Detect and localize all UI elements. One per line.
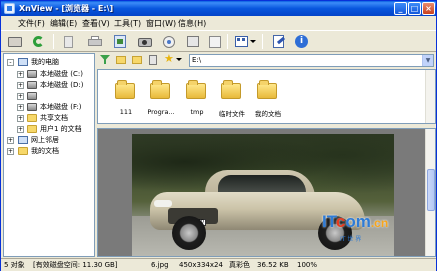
folder-icon [27,125,37,133]
image-preview[interactable]: IN-TC 300 ITcom.cn IT 世 界 [97,128,436,257]
menu-edit[interactable]: 编辑(E) [50,18,77,29]
drive-icon [27,92,37,100]
chevron-down-icon[interactable]: ▼ [422,55,433,66]
browser-toolbar: ★ E:\ ▼ [97,53,436,68]
tree-label: 本地磁盘 (C:) [40,70,83,78]
folder-icon [18,147,28,155]
folder-icon [186,80,206,99]
computer-icon [18,58,28,66]
folder-icon [257,80,277,99]
expand-icon[interactable]: + [17,71,24,78]
tree-label: 本地磁盘 (F:) [40,103,82,111]
tree-label: 本地磁盘 (E:) [40,92,83,100]
collapse-icon[interactable]: - [7,59,14,66]
tree-label: 用户1 的文档 [40,125,82,133]
status-filename: 6.jpg [151,261,169,269]
status-zoom: 100% [297,261,318,269]
close-button[interactable]: × [422,2,435,15]
itcom-watermark: ITcom.cn [322,212,389,231]
view-mode-icon[interactable] [234,34,256,49]
menu-file[interactable]: 文件(F) [18,18,45,29]
drive-icon [27,70,37,78]
maximize-button[interactable]: □ [408,2,421,15]
drive-icon [27,103,37,111]
car-photo: IN-TC 300 ITcom.cn IT 世 界 [132,134,394,256]
folder-tree[interactable]: - 我的电脑 + 本地磁盘 (C:) + 本地磁盘 (D:) + 本地磁盘 (E… [3,53,95,257]
expand-icon[interactable]: + [17,104,24,111]
folder-icon [27,114,37,122]
preview-scrollbar[interactable] [425,129,435,256]
copy-icon[interactable] [61,34,77,49]
tree-label: 本地磁盘 (D:) [40,81,84,89]
menu-help[interactable]: 信息(H) [178,18,206,29]
expand-icon[interactable]: + [17,115,24,122]
fullscreen-icon[interactable] [207,34,223,49]
title-bar: XnView - [浏览器 - E:\] _ □ × [1,1,436,16]
minimize-button[interactable]: _ [394,2,407,15]
drive-icon [27,81,37,89]
address-value: E:\ [192,56,202,64]
slideshow-icon[interactable] [185,34,201,49]
refresh-icon[interactable] [31,34,47,49]
menu-window[interactable]: 窗口(W) [146,18,176,29]
convert-icon[interactable] [112,34,128,49]
network-icon [18,136,28,144]
folder-icon [115,80,135,99]
browser-scrollbar[interactable] [425,70,435,123]
status-color-mode: 真彩色 [229,261,250,269]
open-folder-icon[interactable] [7,34,23,49]
xnview-window: XnView - [浏览器 - E:\] _ □ × 文件(F) 编辑(E) 查… [0,0,437,271]
status-free-space: [有效磁盘空间: 11.30 GB] [33,261,118,269]
folder-item[interactable]: 我的文档 [248,80,288,120]
up-folder-icon[interactable] [115,53,127,66]
status-filesize: 36.52 KB [257,261,289,269]
menu-tools[interactable]: 工具(T) [114,18,141,29]
status-dimensions: 450x334x24 [179,261,223,269]
new-folder-icon[interactable] [131,53,143,66]
watermark-subtitle: IT 世 界 [340,236,362,243]
expand-icon[interactable]: + [17,126,24,133]
tree-label: 我的文档 [31,147,59,155]
filter-icon[interactable] [99,53,111,66]
expand-icon[interactable]: + [17,82,24,89]
car-image: IN-TC 300 [150,164,370,250]
menu-bar: 文件(F) 编辑(E) 查看(V) 工具(T) 窗口(W) 信息(H) [1,16,436,30]
tree-label: 共享文档 [40,114,68,122]
address-field[interactable]: E:\ ▼ [189,54,434,67]
xnview-app-icon[interactable] [4,3,15,14]
expand-icon[interactable]: + [7,148,14,155]
status-bar: 5 对象 [有效磁盘空间: 11.30 GB] 6.jpg 450x334x24… [1,258,436,271]
delete-icon[interactable] [147,53,159,66]
expand-icon[interactable]: + [17,93,24,100]
folder-icon [221,80,241,99]
info-icon[interactable]: i [293,34,309,49]
print-icon[interactable] [87,34,103,49]
window-title: XnView - [浏览器 - E:\] [19,4,114,13]
thumbnail-browser[interactable]: 111 Progra... tmp 临时文件 我的文档 [97,69,436,124]
tree-label: 网上邻居 [31,136,59,144]
status-object-count: 5 对象 [4,261,25,269]
tree-label: 我的电脑 [31,58,59,66]
expand-icon[interactable]: + [7,137,14,144]
main-toolbar: i [1,30,436,52]
edit-icon[interactable] [271,34,287,49]
folder-icon [150,80,170,99]
scan-icon[interactable] [161,34,177,49]
favorites-star-icon[interactable]: ★ [163,53,183,66]
scrollbar-thumb[interactable] [427,169,435,211]
menu-view[interactable]: 查看(V) [82,18,110,29]
folder-label: 我的文档 [255,110,281,118]
capture-icon[interactable] [137,34,153,49]
